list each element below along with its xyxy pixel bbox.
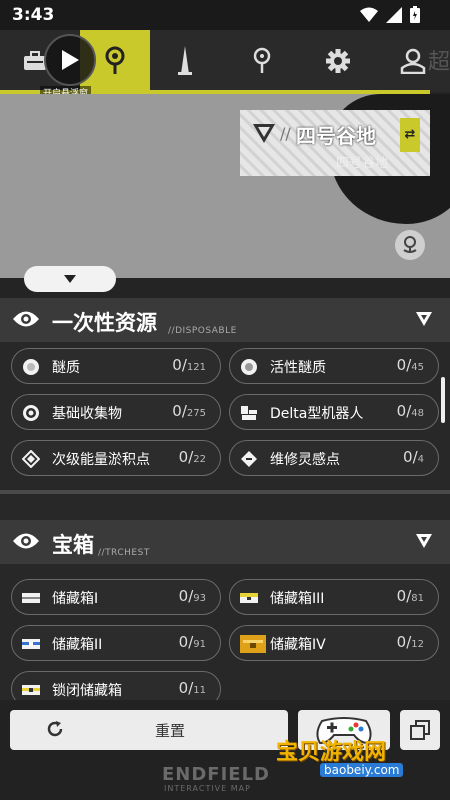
toolbar-edge-text: 超 — [428, 50, 450, 75]
item-count: 0/4 — [403, 448, 424, 466]
item-label: 储藏箱IV — [270, 637, 326, 653]
locate-button[interactable] — [395, 230, 425, 260]
chest-locked-icon — [22, 681, 40, 699]
signal-icon — [386, 6, 402, 23]
list-item[interactable]: 基础收集物 0/275 — [11, 394, 221, 430]
tower-tab[interactable] — [150, 30, 220, 92]
item-label: 储藏箱I — [52, 591, 99, 607]
item-count: 0/12 — [396, 633, 424, 651]
list-item[interactable]: Delta型机器人 0/48 — [229, 394, 439, 430]
item-count: 0/91 — [178, 633, 206, 651]
collapse-triangle-icon[interactable] — [416, 312, 432, 326]
item-count: 0/22 — [178, 448, 206, 466]
status-time: 3:43 — [12, 5, 55, 25]
status-icons — [360, 6, 420, 23]
item-label: 维修灵感点 — [270, 452, 340, 468]
list-item[interactable]: 储藏箱IV 0/12 — [229, 625, 439, 661]
section-subtitle: //TRCHEST — [98, 548, 150, 558]
gear-icon — [326, 49, 350, 73]
location-icon — [253, 47, 271, 73]
refresh-icon — [47, 721, 63, 737]
list-item[interactable]: 活性醚质 0/45 — [229, 348, 439, 384]
map-view[interactable]: // 四号谷地 四号谷地 ⇄ — [0, 94, 450, 278]
item-count: 0/81 — [396, 587, 424, 605]
battery-icon — [410, 6, 420, 23]
watermark-text: 宝贝游戏网 — [276, 740, 387, 765]
watermark-url: baobeiy.com — [320, 763, 404, 777]
locate-pin-icon — [403, 236, 417, 253]
orb-icon — [240, 358, 258, 376]
chest-gold-icon — [240, 635, 266, 653]
wifi-icon — [360, 7, 378, 22]
chest-blue-icon — [22, 635, 40, 653]
orb-icon — [22, 358, 40, 376]
item-label: 醚质 — [52, 360, 80, 376]
list-item[interactable]: 醚质 0/121 — [11, 348, 221, 384]
copy-button[interactable] — [400, 710, 440, 750]
item-label: 次级能量淤积点 — [52, 452, 150, 468]
energy-icon — [22, 450, 40, 468]
floating-window-button[interactable] — [44, 34, 96, 86]
target-icon — [22, 404, 40, 422]
reset-button[interactable]: 重置 — [10, 710, 288, 750]
wrench-icon — [240, 450, 258, 468]
app-root: 3:43 超 开启悬浮窗 — [0, 0, 450, 800]
item-label: 基础收集物 — [52, 406, 122, 422]
play-icon — [62, 50, 79, 70]
item-label: 储藏箱II — [52, 637, 103, 653]
list-item[interactable]: 储藏箱III 0/81 — [229, 579, 439, 615]
eye-icon[interactable] — [12, 530, 40, 552]
location-subtitle: 四号谷地 — [336, 156, 389, 171]
section-subtitle: //DISPOSABLE — [168, 326, 237, 336]
list-item[interactable]: 维修灵感点 0/4 — [229, 440, 439, 476]
item-count: 0/48 — [396, 402, 424, 420]
eye-icon[interactable] — [12, 308, 40, 330]
item-count: 0/275 — [172, 402, 206, 420]
collapse-triangle-icon[interactable] — [416, 534, 432, 548]
list-item[interactable]: 次级能量淤积点 0/22 — [11, 440, 221, 476]
item-label: 活性醚质 — [270, 360, 326, 376]
swap-location-button[interactable]: ⇄ — [400, 118, 420, 152]
copy-icon — [410, 720, 430, 740]
section-gap — [0, 494, 450, 520]
slashes: // — [280, 124, 291, 143]
reset-label: 重置 — [155, 722, 186, 740]
list-item[interactable]: 储藏箱I 0/93 — [11, 579, 221, 615]
item-count: 0/93 — [178, 587, 206, 605]
section-title: 宝箱 — [52, 533, 94, 557]
chest-list: 储藏箱I 0/93 储藏箱III 0/81 储藏箱II 0/91 储藏箱IV 0… — [0, 564, 450, 707]
robot-icon — [240, 404, 258, 422]
collapse-panel-button[interactable] — [24, 266, 116, 292]
list-item[interactable]: 储藏箱II 0/91 — [11, 625, 221, 661]
status-bar: 3:43 — [0, 0, 450, 30]
bottom-bar: 重置 ENDFIELD INTERACTIVE MAP 宝贝游戏网 baobei… — [0, 700, 450, 800]
section-chest-header[interactable]: 宝箱 //TRCHEST — [0, 520, 450, 564]
item-label: 锁闭储藏箱 — [52, 683, 122, 699]
scrollbar[interactable] — [441, 377, 445, 423]
settings-tab[interactable] — [303, 30, 373, 92]
location-card[interactable]: // 四号谷地 四号谷地 — [240, 110, 420, 176]
chest-yellow-icon — [240, 589, 258, 607]
location-tab[interactable] — [227, 30, 297, 92]
tower-icon — [178, 46, 192, 75]
item-count: 0/45 — [396, 356, 424, 374]
disposable-list: 醚质 0/121 活性醚质 0/45 基础收集物 0/275 Delta型机器人… — [0, 342, 450, 490]
map-pin-icon — [105, 46, 125, 74]
item-label: 储藏箱III — [270, 591, 325, 607]
chevron-down-icon — [64, 275, 76, 283]
item-label: Delta型机器人 — [270, 406, 364, 422]
brand-logo: ENDFIELD — [162, 764, 271, 785]
section-disposable-header[interactable]: 一次性资源 //DISPOSABLE — [0, 298, 450, 342]
user-icon — [400, 48, 426, 74]
section-title: 一次性资源 — [52, 311, 157, 335]
chest-white-icon — [22, 589, 40, 607]
item-count: 0/121 — [172, 356, 206, 374]
region-icon — [253, 124, 275, 143]
brand-subtitle: INTERACTIVE MAP — [164, 784, 251, 793]
item-count: 0/11 — [178, 679, 206, 697]
location-title: 四号谷地 — [296, 124, 376, 148]
